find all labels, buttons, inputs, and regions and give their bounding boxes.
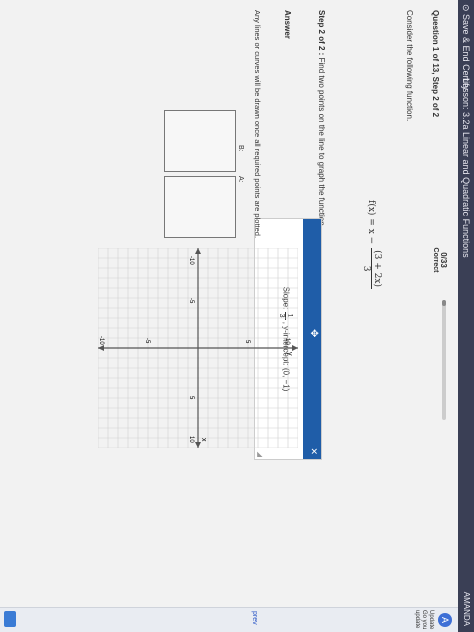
answer-label: Answer: [283, 10, 292, 39]
coordinate-grid[interactable]: x y -10 -5 5 10 -10 -5 5 10: [98, 248, 298, 448]
formula-numerator: (3 + 2x): [371, 248, 382, 289]
step-text: Find two points on the line to graph the…: [317, 57, 326, 228]
function-formula: f(x) = x − (3 + 2x) 3: [361, 200, 382, 289]
previous-link[interactable]: prev: [251, 611, 258, 625]
axis-arrow-left: [195, 248, 201, 254]
tick-label-y-neg5: -5: [144, 338, 150, 344]
question-content: Question 1 of 13, Step 2 of 2 0/33 Corre…: [0, 0, 458, 608]
plot-note: Any lines or curves will be drawn once a…: [253, 10, 262, 239]
close-icon[interactable]: ✕: [308, 447, 319, 455]
tick-label-y-10: 10: [284, 338, 290, 345]
rotated-screen: ⊙ Save & End Certify Lesson: 3.2a Linear…: [0, 0, 474, 632]
point-a-input[interactable]: [164, 176, 236, 238]
formula-lhs: f(x) = x −: [366, 200, 377, 245]
point-a-label: A:: [237, 176, 244, 183]
top-bar: ⊙ Save & End Certify Lesson: 3.2a Linear…: [458, 0, 474, 632]
update-icon[interactable]: A: [438, 613, 452, 627]
tick-label-x-neg10: -10: [188, 256, 194, 265]
tick-label-y-5: 5: [244, 340, 250, 344]
progress-fill: [442, 300, 446, 306]
hint-titlebar[interactable]: ✥ ✕: [303, 219, 321, 459]
step-label: Step 2 of 2 :: [317, 10, 326, 56]
problem-intro: Consider the following function.: [405, 10, 414, 122]
x-axis-label: x: [200, 438, 207, 442]
progress-bar: [442, 300, 446, 420]
tick-label-y-neg10: -10: [98, 336, 104, 345]
tick-label-x-5: 5: [188, 396, 194, 400]
side-action-button[interactable]: [4, 611, 16, 627]
lesson-title: Lesson: 3.2a Linear and Quadratic Functi…: [461, 78, 471, 258]
score-status: Correct: [432, 247, 439, 273]
tick-label-x-neg5: -5: [188, 298, 194, 304]
formula-fraction: (3 + 2x) 3: [361, 248, 382, 289]
formula-denominator: 3: [361, 265, 371, 272]
axis-arrow-bottom: [98, 345, 104, 351]
tick-label-x-10: 10: [188, 436, 194, 443]
question-label: Question 1 of 13, Step 2 of 2: [431, 10, 440, 118]
right-sidebar: A Update Go you update prev: [0, 607, 458, 632]
axis-arrow-top: [292, 345, 298, 351]
y-axis-label: y: [286, 352, 293, 356]
point-b-input[interactable]: [164, 110, 236, 172]
point-b-label: B:: [237, 145, 244, 152]
score-value: 0/33: [439, 252, 448, 268]
user-name[interactable]: AMANDA: [462, 592, 471, 626]
update-text: Update Go you update: [414, 610, 434, 630]
move-icon[interactable]: ✥: [308, 329, 319, 337]
score-display: 0/33 Correct: [432, 230, 448, 290]
axis-arrow-right: [195, 442, 201, 448]
resize-handle-icon[interactable]: ◢: [256, 452, 264, 457]
step-instruction: Step 2 of 2 : Find two points on the lin…: [317, 10, 326, 228]
